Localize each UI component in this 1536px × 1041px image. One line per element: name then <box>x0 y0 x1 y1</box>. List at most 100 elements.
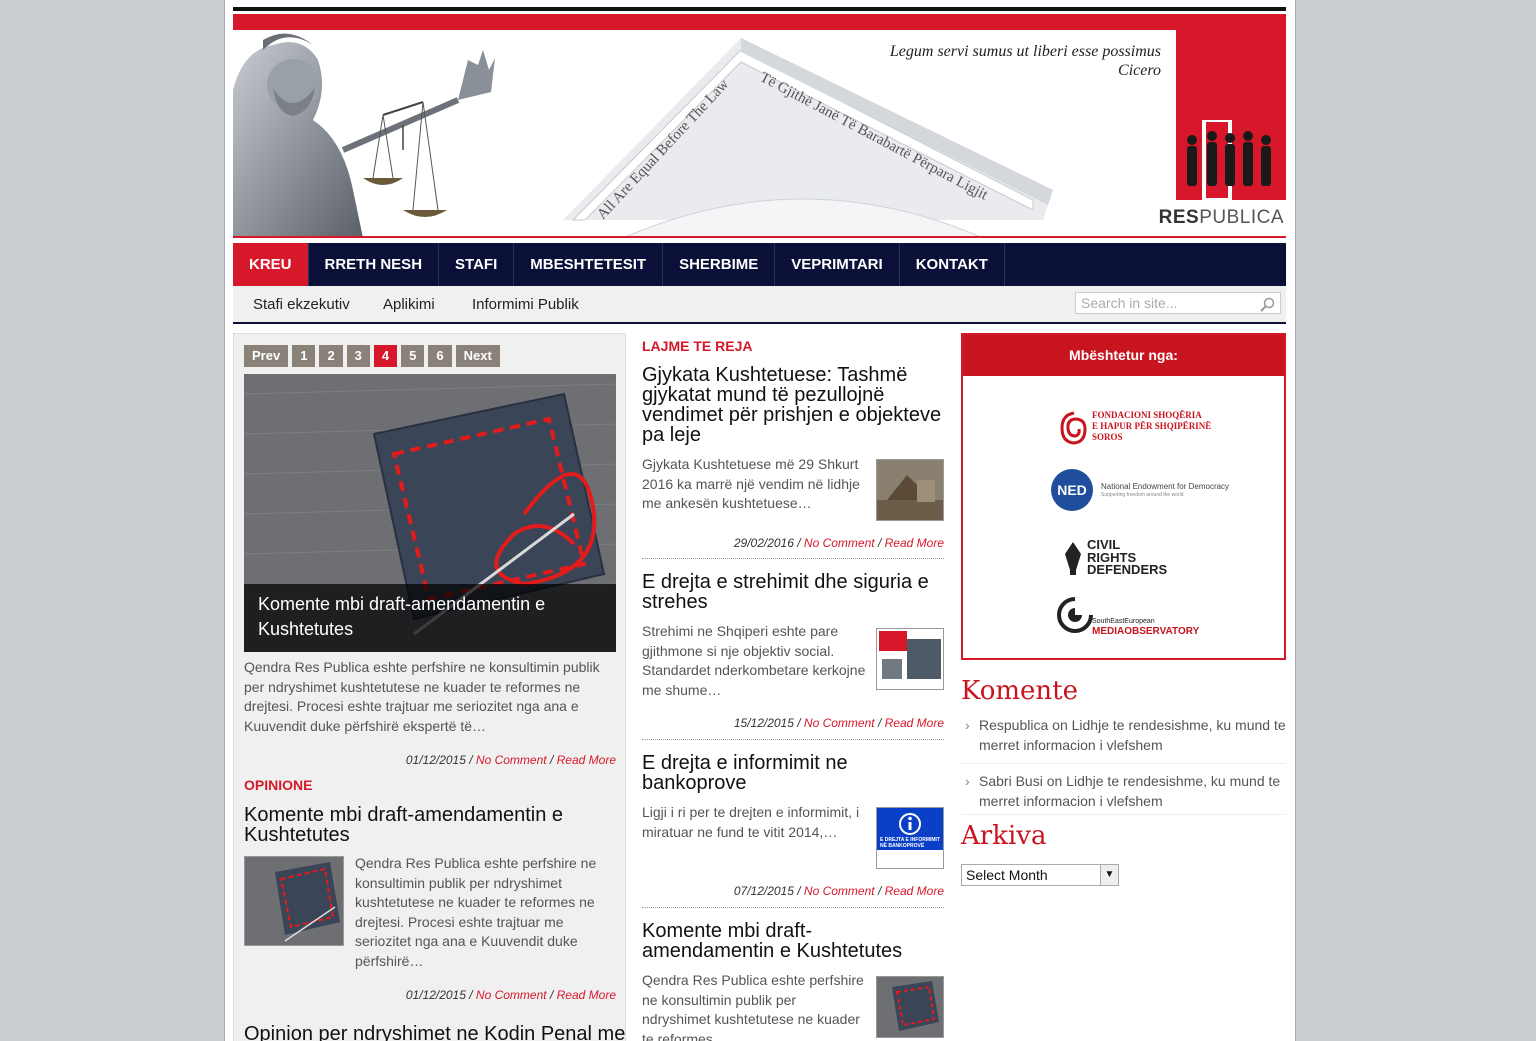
news-post-title[interactable]: Komente mbi draft-amendamentin e Kushtet… <box>642 921 944 961</box>
nav-item-stafi[interactable]: STAFI <box>439 243 515 286</box>
archive-month-select[interactable]: Select Month ▼ <box>961 864 1119 886</box>
ned-logo-icon[interactable]: NED <box>1051 469 1093 511</box>
ned-logo-name[interactable]: National Endowment for Democracy <box>1101 482 1229 491</box>
news-post-thumbnail[interactable] <box>876 459 944 521</box>
media-observatory-line1[interactable]: SouthEastEuropean <box>1092 618 1155 625</box>
chevron-down-icon[interactable]: ▼ <box>1100 865 1118 885</box>
news-post-thumbnail[interactable] <box>876 976 944 1038</box>
comment-link[interactable]: No Comment <box>804 884 875 898</box>
opinion-post-meta: 01/12/2015 / No Comment / Read More <box>405 988 616 1002</box>
read-more-link[interactable]: Read More <box>885 536 944 550</box>
opinion-post-title[interactable]: Komente mbi draft-amendamentin e Kushtet… <box>244 805 616 845</box>
motto-author: Cicero <box>1118 62 1161 79</box>
comment-on-word: on <box>1052 717 1068 733</box>
featured-meta: 01/12/2015 / No Comment / Read More <box>405 753 616 767</box>
subnav-item-informimi-publik[interactable]: Informimi Publik <box>472 296 579 313</box>
nav-item-rreth-nesh[interactable]: RRETH NESH <box>309 243 440 286</box>
news-post-title[interactable]: E drejta e strehimit dhe siguria e streh… <box>642 572 944 612</box>
lady-justice-statue-image <box>233 30 573 238</box>
featured-column: Prev 1 2 3 4 5 6 Next Komente mbi draft-… <box>233 333 626 1041</box>
civil-rights-defenders-logo[interactable]: CIVIL RIGHTS DEFENDERS <box>1087 538 1168 577</box>
pager-page-6[interactable]: 6 <box>428 345 452 367</box>
news-post-thumbnail[interactable] <box>876 628 944 690</box>
sub-nav: Stafi ekzekutiv Aplikimi Informimi Publi… <box>233 286 1286 324</box>
sponsors-title: Mbështetur nga: <box>963 335 1284 376</box>
nav-item-kreu[interactable]: KREU <box>233 243 309 286</box>
pager-page-2[interactable]: 2 <box>319 345 343 367</box>
post-divider <box>642 907 944 908</box>
soros-logo-line: E HAPUR PËR SHQIPËRINË <box>1092 421 1212 431</box>
sidebar: Mbështetur nga: FONDACIONI SHOQËRIA E HA… <box>961 333 1286 1041</box>
recent-comments-list: › Respublica on Lidhje te rendesishme, k… <box>961 716 1286 815</box>
nav-item-kontakt[interactable]: KONTAKT <box>900 243 1005 286</box>
post-date: 15/12/2015 <box>733 716 794 730</box>
top-red-band <box>233 14 1286 30</box>
news-post-excerpt: Qendra Res Publica eshte perfshire ne ko… <box>642 972 864 1041</box>
subnav-item-aplikimi[interactable]: Aplikimi <box>383 296 435 313</box>
subnav-item-stafi-ekzekutiv[interactable]: Stafi ekzekutiv <box>253 296 350 313</box>
people-logo-icon <box>1187 120 1271 200</box>
opinion-post-thumbnail[interactable] <box>244 856 344 946</box>
news-post-title[interactable]: Gjykata Kushtetuese: Tashmë gjykatat mun… <box>642 365 944 445</box>
motto-quote: Legum servi sumus ut liberi esse possimu… <box>889 43 1161 60</box>
pen-nib-icon[interactable] <box>1063 540 1083 576</box>
thumb-caption: E DREJTA E INFORMIMIT NË BANKOPROVË <box>880 837 940 849</box>
soros-logo-line: FONDACIONI SHOQËRIA <box>1092 410 1202 420</box>
pager-next-button[interactable]: Next <box>455 345 500 367</box>
comment-link[interactable]: No Comment <box>804 536 875 550</box>
crd-logo-line: DEFENDERS <box>1087 562 1168 577</box>
top-rule <box>233 7 1286 11</box>
soros-logo[interactable]: FONDACIONI SHOQËRIA E HAPUR PËR SHQIPËRI… <box>1092 410 1211 443</box>
site-header-banner[interactable]: All Are Equal Before The Law Të Gjithë J… <box>233 30 1286 238</box>
news-post-excerpt: Ligji i ri per te drejten e informimit, … <box>642 804 860 840</box>
read-more-link[interactable]: Read More <box>885 716 944 730</box>
comment-author[interactable]: Respublica <box>979 717 1048 733</box>
comment-on-word: on <box>1046 773 1063 789</box>
pager-page-5[interactable]: 5 <box>401 345 425 367</box>
search-icon[interactable] <box>1260 297 1276 313</box>
news-post-meta: 07/12/2015 / No Comment / Read More <box>733 884 944 898</box>
read-more-link[interactable]: Read More <box>557 753 616 767</box>
news-post-meta: 29/02/2016 / No Comment / Read More <box>733 536 944 550</box>
pager-page-1[interactable]: 1 <box>292 345 316 367</box>
header-red-rule <box>233 236 1286 238</box>
post-divider <box>642 739 944 740</box>
news-post-meta: 15/12/2015 / No Comment / Read More <box>733 716 944 730</box>
search-input[interactable]: Search in site... <box>1075 292 1281 314</box>
respublica-logo[interactable]: RESPUBLICA <box>1159 207 1284 229</box>
post-date: 01/12/2015 <box>405 988 466 1002</box>
comment-item: › Sabri Busi on Lidhje te rendesishme, k… <box>961 764 1286 815</box>
page: All Are Equal Before The Law Të Gjithë J… <box>224 0 1296 1041</box>
comment-author[interactable]: Sabri Busi <box>979 773 1043 789</box>
nav-item-sherbime[interactable]: SHERBIME <box>663 243 776 286</box>
opinion-post-title[interactable]: Opinion per ndryshimet ne Kodin Penal me <box>244 1024 625 1041</box>
featured-slide[interactable]: Komente mbi draft-amendamentin e Kushtet… <box>244 374 616 652</box>
news-post-thumbnail[interactable]: E DREJTA E INFORMIMIT NË BANKOPROVË <box>876 807 944 869</box>
section-label-opinione[interactable]: OPINIONE <box>244 777 312 793</box>
read-more-link[interactable]: Read More <box>557 988 616 1002</box>
featured-excerpt: Qendra Res Publica eshte perfshire ne ko… <box>244 659 600 734</box>
main-nav: KREU RRETH NESH STAFI MBESHTETESIT SHERB… <box>233 243 1286 286</box>
soros-logo-line: SOROS <box>1092 432 1123 442</box>
pager-page-3[interactable]: 3 <box>346 345 370 367</box>
featured-caption[interactable]: Komente mbi draft-amendamentin e Kushtet… <box>244 584 616 652</box>
comment-link[interactable]: No Comment <box>476 753 547 767</box>
sponsors-widget: Mbështetur nga: FONDACIONI SHOQËRIA E HA… <box>961 333 1286 660</box>
nav-item-veprimtari[interactable]: VEPRIMTARI <box>775 243 900 286</box>
news-post-title[interactable]: E drejta e informimit ne bankoprove <box>642 753 944 793</box>
archive-select-value: Select Month <box>966 867 1048 883</box>
post-date: 07/12/2015 <box>733 884 794 898</box>
comment-link[interactable]: No Comment <box>804 716 875 730</box>
comment-link[interactable]: No Comment <box>476 988 547 1002</box>
nav-item-mbeshtetesit[interactable]: MBESHTETESIT <box>514 243 664 286</box>
media-observatory-logo-icon[interactable] <box>1053 595 1097 635</box>
soros-logo-icon[interactable] <box>1059 409 1089 447</box>
motto: Legum servi sumus ut liberi esse possimu… <box>890 42 1161 80</box>
archive-widget-title: Arkiva <box>961 821 1047 851</box>
read-more-link[interactable]: Read More <box>885 884 944 898</box>
post-divider <box>642 558 944 559</box>
pager-prev-button[interactable]: Prev <box>244 345 289 367</box>
pager-page-4[interactable]: 4 <box>373 345 398 367</box>
section-label-lajme-te-reja[interactable]: LAJME TE REJA <box>642 338 752 354</box>
media-observatory-line2[interactable]: MEDIAOBSERVATORY <box>1092 626 1199 637</box>
